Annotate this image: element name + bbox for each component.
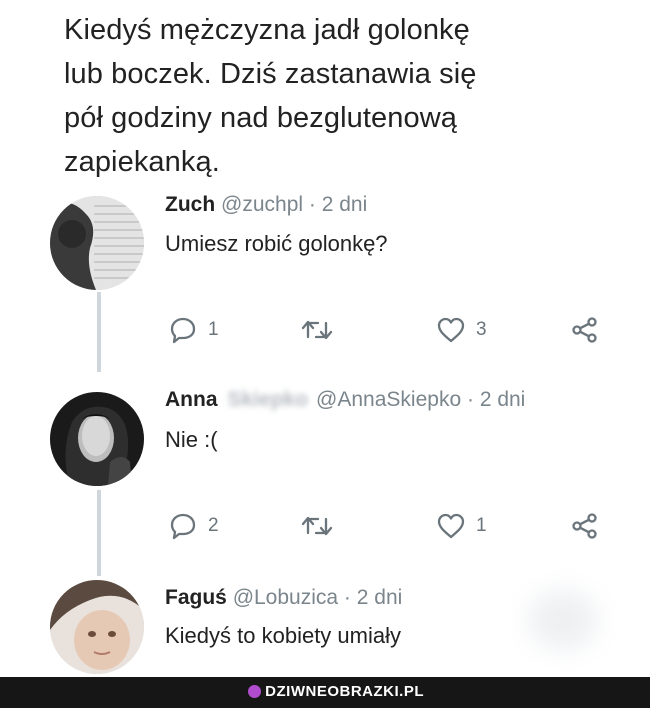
separator-dot: · [343,586,351,609]
like-button[interactable]: 1 [436,510,487,542]
author-handle[interactable]: @Lobuzica [233,586,338,609]
share-button[interactable] [570,510,600,542]
share-button[interactable] [570,314,600,346]
author-name[interactable]: Faguś [165,586,227,609]
avatar-image [50,580,144,674]
thread-connector [97,490,101,576]
reply-header: Zuch @zuchpl · 2 dni [165,192,367,218]
retweet-icon [301,320,333,340]
like-count: 1 [476,515,487,536]
avatar[interactable] [50,392,144,486]
main-tweet-line: lub boczek. Dziś zastanawia się [64,58,477,90]
reply-actions: 1 3 [168,314,608,346]
screenshot-frame: Kiedyś mężczyzna jadł golonkę lub boczek… [0,0,650,708]
retweet-button[interactable] [300,314,334,346]
like-count: 3 [476,319,487,340]
author-handle[interactable]: @zuchpl [221,193,303,216]
timestamp[interactable]: 2 dni [480,388,526,411]
brand-label: DZIWNEOBRAZKI.PL [265,683,424,700]
reply-header: Faguś @Lobuzica · 2 dni [165,585,402,611]
heart-icon [437,513,465,539]
like-button[interactable]: 3 [436,314,487,346]
reply-count: 1 [208,319,219,340]
reply-header: Anna Skiepko @AnnaSkiepko · 2 dni [165,387,525,413]
author-surname-redacted: Skiepko [227,388,309,411]
reply-text: Umiesz robić golonkę? [165,231,388,256]
reply-button[interactable]: 1 [168,314,219,346]
reply-text: Kiedyś to kobiety umiały [165,623,401,648]
main-tweet-text: Kiedyś mężczyzna jadł golonkę lub boczek… [64,8,624,184]
author-handle[interactable]: @AnnaSkiepko [316,388,461,411]
avatar[interactable] [50,580,144,674]
author-name[interactable]: Zuch [165,193,215,216]
author-name[interactable]: Anna [165,388,218,411]
reply-button[interactable]: 2 [168,510,219,542]
timestamp[interactable]: 2 dni [322,193,368,216]
avatar[interactable] [50,196,144,290]
blurred-watermark [528,590,598,650]
reply-count: 2 [208,515,219,536]
main-tweet-line: zapiekanką. [64,146,220,178]
reply-actions: 2 1 [168,510,608,542]
footer-bar: DZIWNEOBRAZKI.PL [0,677,650,708]
main-tweet-line: Kiedyś mężczyzna jadł golonkę [64,14,470,46]
reply-text: Nie :( [165,427,218,452]
share-icon [572,513,597,539]
separator-dot: · [466,388,474,411]
timestamp[interactable]: 2 dni [357,586,403,609]
main-tweet-line: pół godziny nad bezglutenową [64,102,457,134]
share-icon [572,317,597,343]
avatar-image [50,196,144,290]
brand-logo-icon [248,685,262,698]
thread-connector [97,292,101,372]
speech-bubble-icon [170,513,196,540]
retweet-icon [301,516,333,536]
heart-icon [437,317,465,343]
retweet-button[interactable] [300,510,334,542]
separator-dot: · [308,193,316,216]
avatar-image [50,392,144,486]
site-brand[interactable]: DZIWNEOBRAZKI.PL [248,683,424,700]
speech-bubble-icon [170,317,196,344]
